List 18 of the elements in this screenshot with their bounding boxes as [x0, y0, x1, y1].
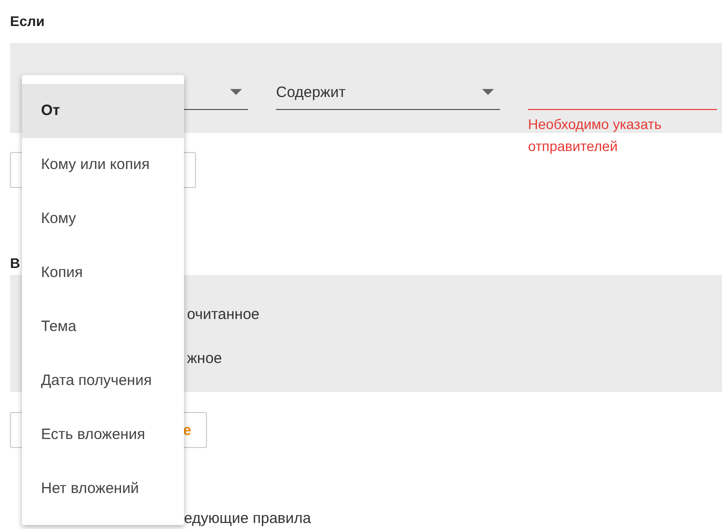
menu-item[interactable]: От	[22, 84, 184, 138]
menu-item[interactable]: Кому	[22, 192, 184, 246]
operator-select[interactable]: Содержит	[276, 75, 500, 110]
section-heading: Если	[10, 12, 46, 31]
menu-item[interactable]: Нет вложений	[22, 462, 184, 516]
error-message: Необходимо указать отправителей	[528, 115, 663, 156]
caret-icon	[230, 89, 242, 95]
action-label: жное	[187, 349, 224, 369]
operator-value: Содержит	[276, 84, 346, 100]
menu-item[interactable]: Есть вложения	[22, 408, 184, 462]
section-heading: В	[10, 254, 20, 273]
menu-item[interactable]: Тема	[22, 300, 184, 354]
caret-icon	[482, 89, 494, 95]
menu-item[interactable]: Кому или копия	[22, 138, 184, 192]
menu-item[interactable]: Копия	[22, 246, 184, 300]
menu-item[interactable]: Дата получения	[22, 354, 184, 408]
action-label: очитанное	[187, 305, 261, 325]
rule-option-label: едующие правила	[183, 510, 312, 527]
